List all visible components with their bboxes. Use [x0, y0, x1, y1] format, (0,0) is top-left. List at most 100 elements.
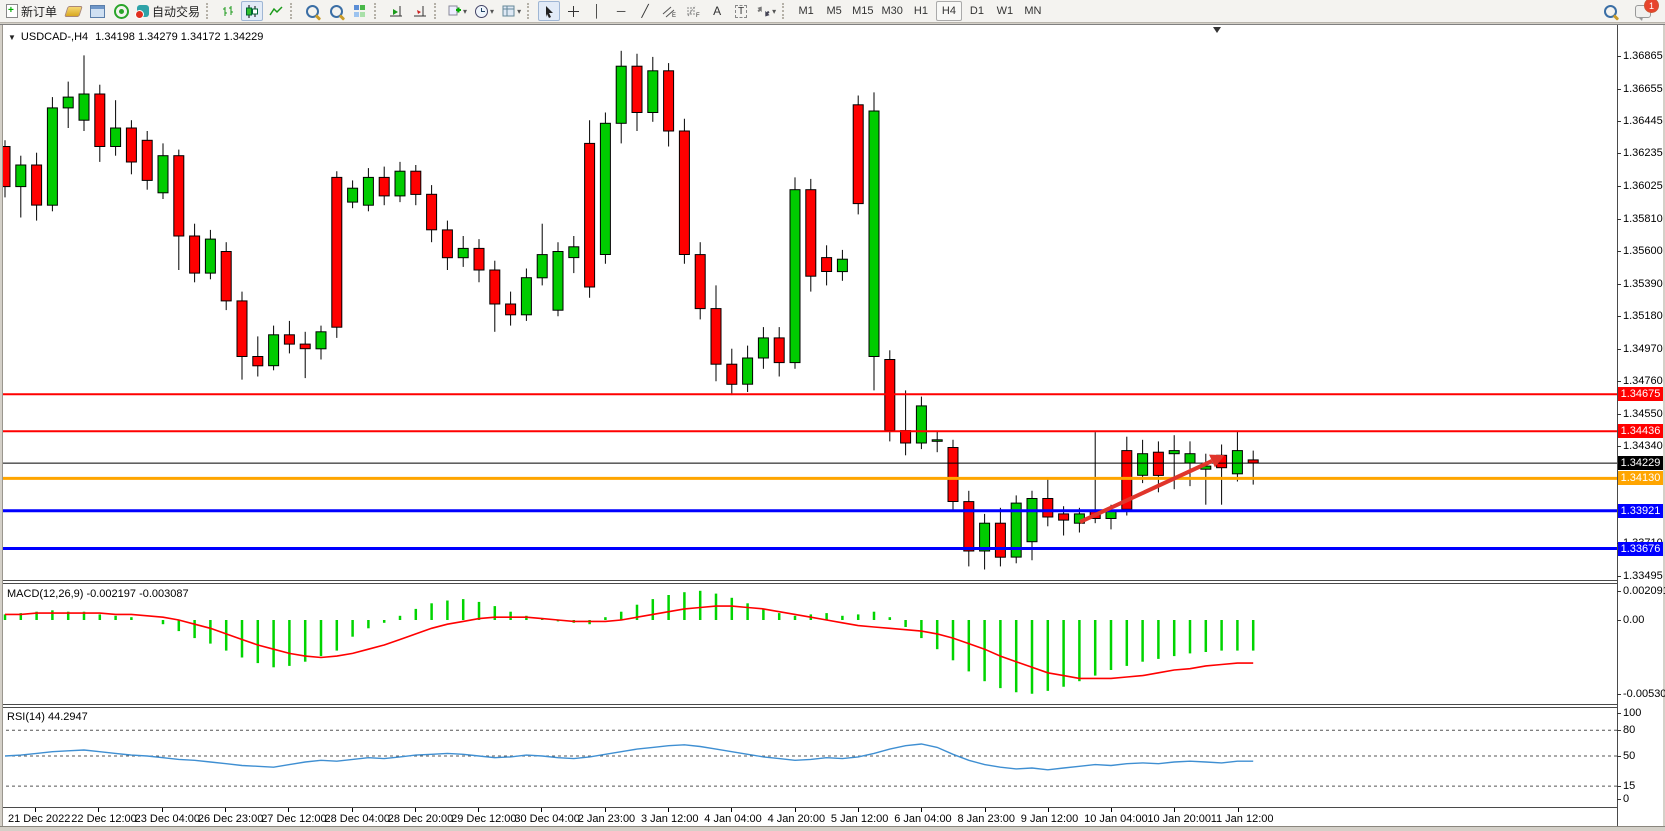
axis-tick: [1617, 251, 1621, 252]
chevron-down-icon: ▾: [463, 7, 467, 16]
svg-text:E: E: [672, 13, 676, 18]
auto-scroll-button[interactable]: [385, 1, 407, 21]
chart-shift-marker[interactable]: [1213, 27, 1221, 33]
time-axis-label: 27 Dec 12:00: [261, 813, 326, 825]
templates-button[interactable]: ▾: [499, 1, 524, 21]
search-icon: [1604, 5, 1617, 18]
bar-chart-icon: [221, 5, 235, 18]
axis-tick: [1617, 121, 1621, 122]
timeframe-h4-button[interactable]: H4: [936, 1, 962, 21]
time-axis-tick: [605, 808, 606, 812]
axis-tick: [1617, 284, 1621, 285]
window-border: [0, 826, 1665, 831]
time-axis-label: 10 Jan 20:00: [1147, 813, 1211, 825]
data-window-button[interactable]: [86, 1, 108, 21]
toolbar-separator: [290, 3, 296, 19]
search-button[interactable]: [1599, 1, 1621, 21]
zoom-out-button[interactable]: [325, 1, 347, 21]
candlestick-chart-button[interactable]: [241, 1, 263, 21]
label-tool-button[interactable]: T: [730, 1, 752, 21]
line-chart-icon: [269, 5, 283, 18]
axis-tick: [1617, 591, 1621, 592]
macd-axis-label: 0.00: [1623, 614, 1644, 626]
rsi-axis-label: 80: [1623, 724, 1635, 736]
price-level-badge: 1.34130: [1618, 471, 1663, 485]
price-level-badge: 1.34436: [1618, 424, 1663, 438]
add-indicator-button[interactable]: ▾: [445, 1, 470, 21]
axis-tick: [1617, 694, 1621, 695]
market-watch-button[interactable]: [62, 1, 84, 21]
zoom-out-icon: [330, 5, 343, 18]
time-axis-label: 4 Jan 20:00: [768, 813, 826, 825]
timeframe-d1-button[interactable]: D1: [964, 1, 990, 21]
time-axis-tick: [1238, 808, 1239, 812]
time-axis-label: 28 Dec 20:00: [388, 813, 453, 825]
chevron-down-icon: ▾: [490, 7, 494, 16]
timeframe-h1-button[interactable]: H1: [908, 1, 934, 21]
auto-scroll-icon: [388, 5, 404, 18]
time-axis-tick: [668, 808, 669, 812]
horizontal-line-tool-button[interactable]: ─: [610, 1, 632, 21]
new-order-button[interactable]: 新订单: [3, 1, 60, 21]
cursor-tool-button[interactable]: [538, 1, 560, 21]
price-axis-label: 1.35390: [1623, 278, 1663, 290]
fibonacci-tool-button[interactable]: F: [682, 1, 704, 21]
tile-windows-button[interactable]: [349, 1, 371, 21]
zoom-in-button[interactable]: [301, 1, 323, 21]
tile-windows-icon: [354, 5, 366, 17]
channel-tool-button[interactable]: E: [658, 1, 680, 21]
chart-dropdown-icon[interactable]: ▼: [8, 33, 16, 42]
new-order-icon: [6, 4, 18, 18]
bar-chart-button[interactable]: [217, 1, 239, 21]
autotrading-button[interactable]: 自动交易: [134, 1, 203, 21]
time-axis[interactable]: 21 Dec 202222 Dec 12:0023 Dec 04:0026 De…: [0, 808, 1663, 826]
macd-pane[interactable]: [0, 584, 1617, 704]
vertical-line-tool-button[interactable]: │: [586, 1, 608, 21]
time-axis-tick: [98, 808, 99, 812]
rsi-line: [5, 744, 1253, 770]
horizontal-line-icon: ─: [617, 4, 626, 18]
time-axis-label: 9 Jan 12:00: [1021, 813, 1079, 825]
price-axis-label: 1.35810: [1623, 213, 1663, 225]
axis-tick: [1617, 153, 1621, 154]
toolbar-separator: [206, 3, 212, 19]
periods-button[interactable]: ▾: [472, 1, 497, 21]
time-axis-tick: [858, 808, 859, 812]
timeframe-mn-button[interactable]: MN: [1020, 1, 1046, 21]
trendline-tool-button[interactable]: ╱: [634, 1, 656, 21]
timeframe-m1-button[interactable]: M1: [793, 1, 819, 21]
axis-tick: [1617, 799, 1621, 800]
timeframe-m5-button[interactable]: M5: [821, 1, 847, 21]
signal-icon: [114, 4, 129, 19]
chart-shift-button[interactable]: [409, 1, 431, 21]
arrows-tool-button[interactable]: ▾: [754, 1, 779, 21]
time-axis-label: 6 Jan 04:00: [894, 813, 952, 825]
price-axis-label: 1.36655: [1623, 83, 1663, 95]
crosshair-tool-button[interactable]: [562, 1, 584, 21]
time-axis-tick: [35, 808, 36, 812]
window-border: [0, 25, 3, 826]
time-axis-label: 2 Jan 23:00: [578, 813, 636, 825]
time-axis-tick: [731, 808, 732, 812]
timeframe-w1-button[interactable]: W1: [992, 1, 1018, 21]
rsi-pane[interactable]: [0, 708, 1617, 807]
signals-button[interactable]: [110, 1, 132, 21]
time-axis-label: 22 Dec 12:00: [71, 813, 136, 825]
price-axis-label: 1.35600: [1623, 245, 1663, 257]
candlestick-chart-icon: [245, 5, 259, 18]
notifications-button[interactable]: 1: [1632, 1, 1654, 21]
new-order-label: 新订单: [21, 3, 57, 20]
chart-symbol-period: USDCAD-,H4: [21, 31, 88, 43]
main-price-pane[interactable]: [0, 25, 1617, 580]
timeframe-m15-button[interactable]: M15: [849, 1, 876, 21]
axis-tick: [1617, 316, 1621, 317]
time-axis-label: 3 Jan 12:00: [641, 813, 699, 825]
time-axis-tick: [415, 808, 416, 812]
timeframe-m30-button[interactable]: M30: [879, 1, 906, 21]
chevron-down-icon: ▾: [772, 7, 776, 16]
text-tool-button[interactable]: A: [706, 1, 728, 21]
axis-tick: [1617, 730, 1621, 731]
price-axis-label: 1.34340: [1623, 440, 1663, 452]
line-chart-button[interactable]: [265, 1, 287, 21]
rsi-axis-label: 100: [1623, 707, 1641, 719]
